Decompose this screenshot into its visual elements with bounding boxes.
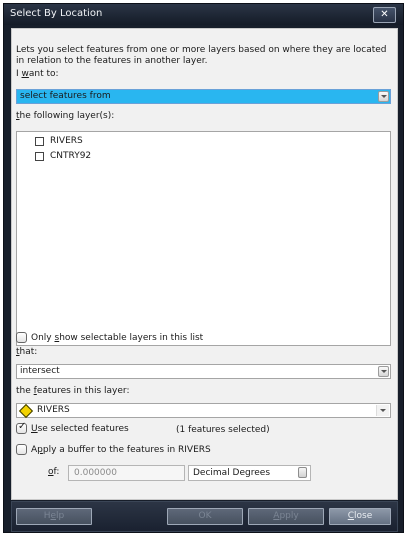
layer-item-cntry92[interactable]: CNTRY92 [35, 151, 91, 162]
apply-buffer-checkbox[interactable] [16, 444, 27, 455]
apply-label-suffix: pply [279, 511, 299, 521]
ok-label: OK [198, 511, 212, 521]
use-selected-suffix: se selected features [37, 424, 129, 434]
select-by-location-dialog: Select By Location ✕ Lets you select fea… [3, 3, 404, 533]
target-layers-list[interactable]: RIVERS CNTRY92 [16, 131, 391, 346]
source-layer-prefix: the [16, 386, 34, 396]
help-label-suffix: lp [56, 511, 65, 521]
selectable-only-prefix: Only [31, 333, 55, 343]
dialog-body: Lets you select features from one or mor… [11, 28, 398, 500]
relationship-label: that: [16, 347, 37, 357]
chevron-down-icon[interactable] [378, 91, 389, 102]
layer-rivers-label: RIVERS [50, 136, 83, 146]
spatial-relationship-value: intersect [20, 366, 60, 376]
use-selected-checkbox[interactable]: ✓ [16, 421, 27, 434]
diamond-layer-icon [18, 403, 34, 419]
dialog-footer: Help OK Apply Close [11, 501, 398, 532]
title-bar[interactable]: Select By Location ✕ [4, 4, 403, 25]
source-layer-dropdown[interactable]: RIVERS [16, 403, 391, 419]
source-layer-label-suffix: eatures in this layer: [36, 386, 130, 396]
apply-button[interactable]: Apply [248, 508, 324, 525]
buffer-of-suffix: f: [53, 467, 60, 477]
buffer-distance-input[interactable]: 0.000000 [68, 465, 185, 481]
apply-buffer-suffix: ply a buffer to the features in RIVERS [42, 445, 211, 455]
units-dropdown-button[interactable] [298, 467, 307, 478]
close-label-suffix: lose [354, 511, 373, 521]
help-label-prefix: H [43, 511, 51, 521]
selected-count-text: (1 features selected) [176, 425, 270, 435]
selectable-only-checkbox[interactable] [16, 332, 27, 343]
buffer-units-value: Decimal Degrees [193, 468, 271, 478]
selectable-only-suffix: how selectable layers in this list [59, 333, 204, 343]
close-icon: ✕ [380, 9, 389, 20]
layer-item-rivers[interactable]: RIVERS [35, 136, 83, 147]
close-window-button[interactable]: ✕ [373, 7, 396, 23]
close-button[interactable]: Close [329, 508, 391, 525]
spatial-relationship-dropdown[interactable]: intersect [16, 364, 391, 379]
checkmark-icon: ✓ [18, 421, 27, 432]
buffer-distance-value: 0.000000 [74, 468, 117, 478]
layer-cntry92-label: CNTRY92 [50, 151, 92, 161]
use-selected-label[interactable]: Use selected features [31, 424, 129, 434]
target-layers-label-suffix: he following layer(s): [19, 111, 115, 121]
chevron-down-icon[interactable] [376, 405, 389, 416]
ok-button[interactable]: OK [167, 508, 243, 525]
dialog-title: Select By Location [10, 8, 103, 19]
selectable-only-label[interactable]: Only show selectable layers in this list [31, 333, 203, 343]
description-text: Lets you select features from one or mor… [16, 45, 387, 66]
selection-method-dropdown[interactable]: select features from [16, 89, 391, 104]
selection-method-value: select features from [20, 91, 111, 101]
use-selected-accesskey: U [31, 424, 38, 434]
buffer-units-dropdown[interactable]: Decimal Degrees [188, 465, 311, 481]
source-layer-label: the features in this layer: [16, 386, 130, 396]
apply-buffer-label[interactable]: Apply a buffer to the features in RIVERS [31, 445, 211, 455]
method-label-accesskey: w [21, 69, 29, 79]
relationship-label-suffix: hat: [19, 347, 38, 357]
method-label-suffix: ant to: [28, 69, 59, 79]
target-layers-label: the following layer(s): [16, 111, 114, 121]
source-layer-value: RIVERS [37, 405, 70, 415]
layer-rivers-checkbox[interactable] [35, 136, 44, 146]
chevron-down-icon[interactable] [378, 366, 389, 377]
method-label: I want to: [16, 69, 59, 79]
buffer-of-label: of: [48, 467, 59, 477]
layer-cntry92-checkbox[interactable] [35, 151, 44, 161]
help-button[interactable]: Help [16, 508, 92, 525]
